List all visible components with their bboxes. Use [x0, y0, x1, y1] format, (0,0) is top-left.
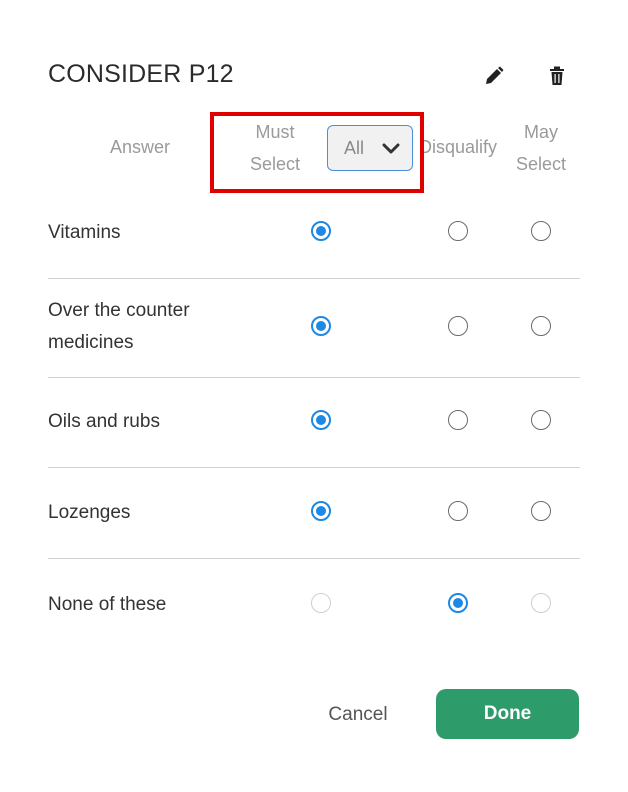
radio-none-may-select	[531, 593, 551, 613]
radio-oils-must-select[interactable]	[311, 410, 331, 430]
column-header-answer: Answer	[109, 137, 171, 157]
radio-lozenges-must-select[interactable]	[311, 501, 331, 521]
must-line2: Select	[249, 154, 301, 174]
must-select-filter-dropdown[interactable]: All	[327, 125, 413, 171]
row-label-line1: Vitamins	[48, 222, 121, 243]
radio-otc-may-select[interactable]	[531, 316, 551, 336]
answer-label-vitamins: Vitamins	[48, 217, 121, 249]
radio-none-must-select	[311, 593, 331, 613]
may-line1: May	[523, 122, 558, 142]
trash-icon[interactable]	[545, 64, 569, 88]
radio-otc-must-select[interactable]	[311, 316, 331, 336]
row-label-line1: Over the counter	[48, 300, 190, 321]
done-button[interactable]: Done	[436, 689, 579, 739]
radio-none-disqualify[interactable]	[448, 593, 468, 613]
row-divider	[48, 278, 580, 279]
column-header-must-select: Must Select	[240, 116, 310, 180]
row-divider	[48, 467, 580, 468]
radio-lozenges-may-select[interactable]	[531, 501, 551, 521]
row-divider	[48, 377, 580, 378]
row-label-line1: None of these	[48, 594, 167, 615]
row-label-line1: Lozenges	[48, 502, 131, 523]
radio-oils-may-select[interactable]	[531, 410, 551, 430]
may-line2: Select	[515, 154, 567, 174]
radio-lozenges-disqualify[interactable]	[448, 501, 468, 521]
answer-label-oils-and-rubs: Oils and rubs	[48, 406, 160, 438]
row-divider	[48, 558, 580, 559]
radio-otc-disqualify[interactable]	[448, 316, 468, 336]
column-header-disqualify: Disqualify	[418, 137, 498, 157]
answer-label-none-of-these: None of these	[48, 589, 166, 621]
cancel-button[interactable]: Cancel	[316, 700, 400, 730]
column-header-may-select: May Select	[508, 116, 574, 180]
radio-oils-disqualify[interactable]	[448, 410, 468, 430]
answer-label-otc-medicines: Over the counter medicines	[48, 295, 190, 359]
chevron-down-icon	[382, 140, 400, 161]
dialog-title: CONSIDER P12	[48, 60, 234, 88]
must-line1: Must	[255, 122, 295, 142]
pencil-icon[interactable]	[482, 64, 506, 88]
radio-vitamins-disqualify[interactable]	[448, 221, 468, 241]
filter-selected-value: All	[344, 137, 365, 158]
radio-vitamins-must-select[interactable]	[311, 221, 331, 241]
radio-vitamins-may-select[interactable]	[531, 221, 551, 241]
row-label-line2: medicines	[48, 332, 134, 353]
row-label-line1: Oils and rubs	[48, 411, 160, 432]
answer-label-lozenges: Lozenges	[48, 497, 130, 529]
